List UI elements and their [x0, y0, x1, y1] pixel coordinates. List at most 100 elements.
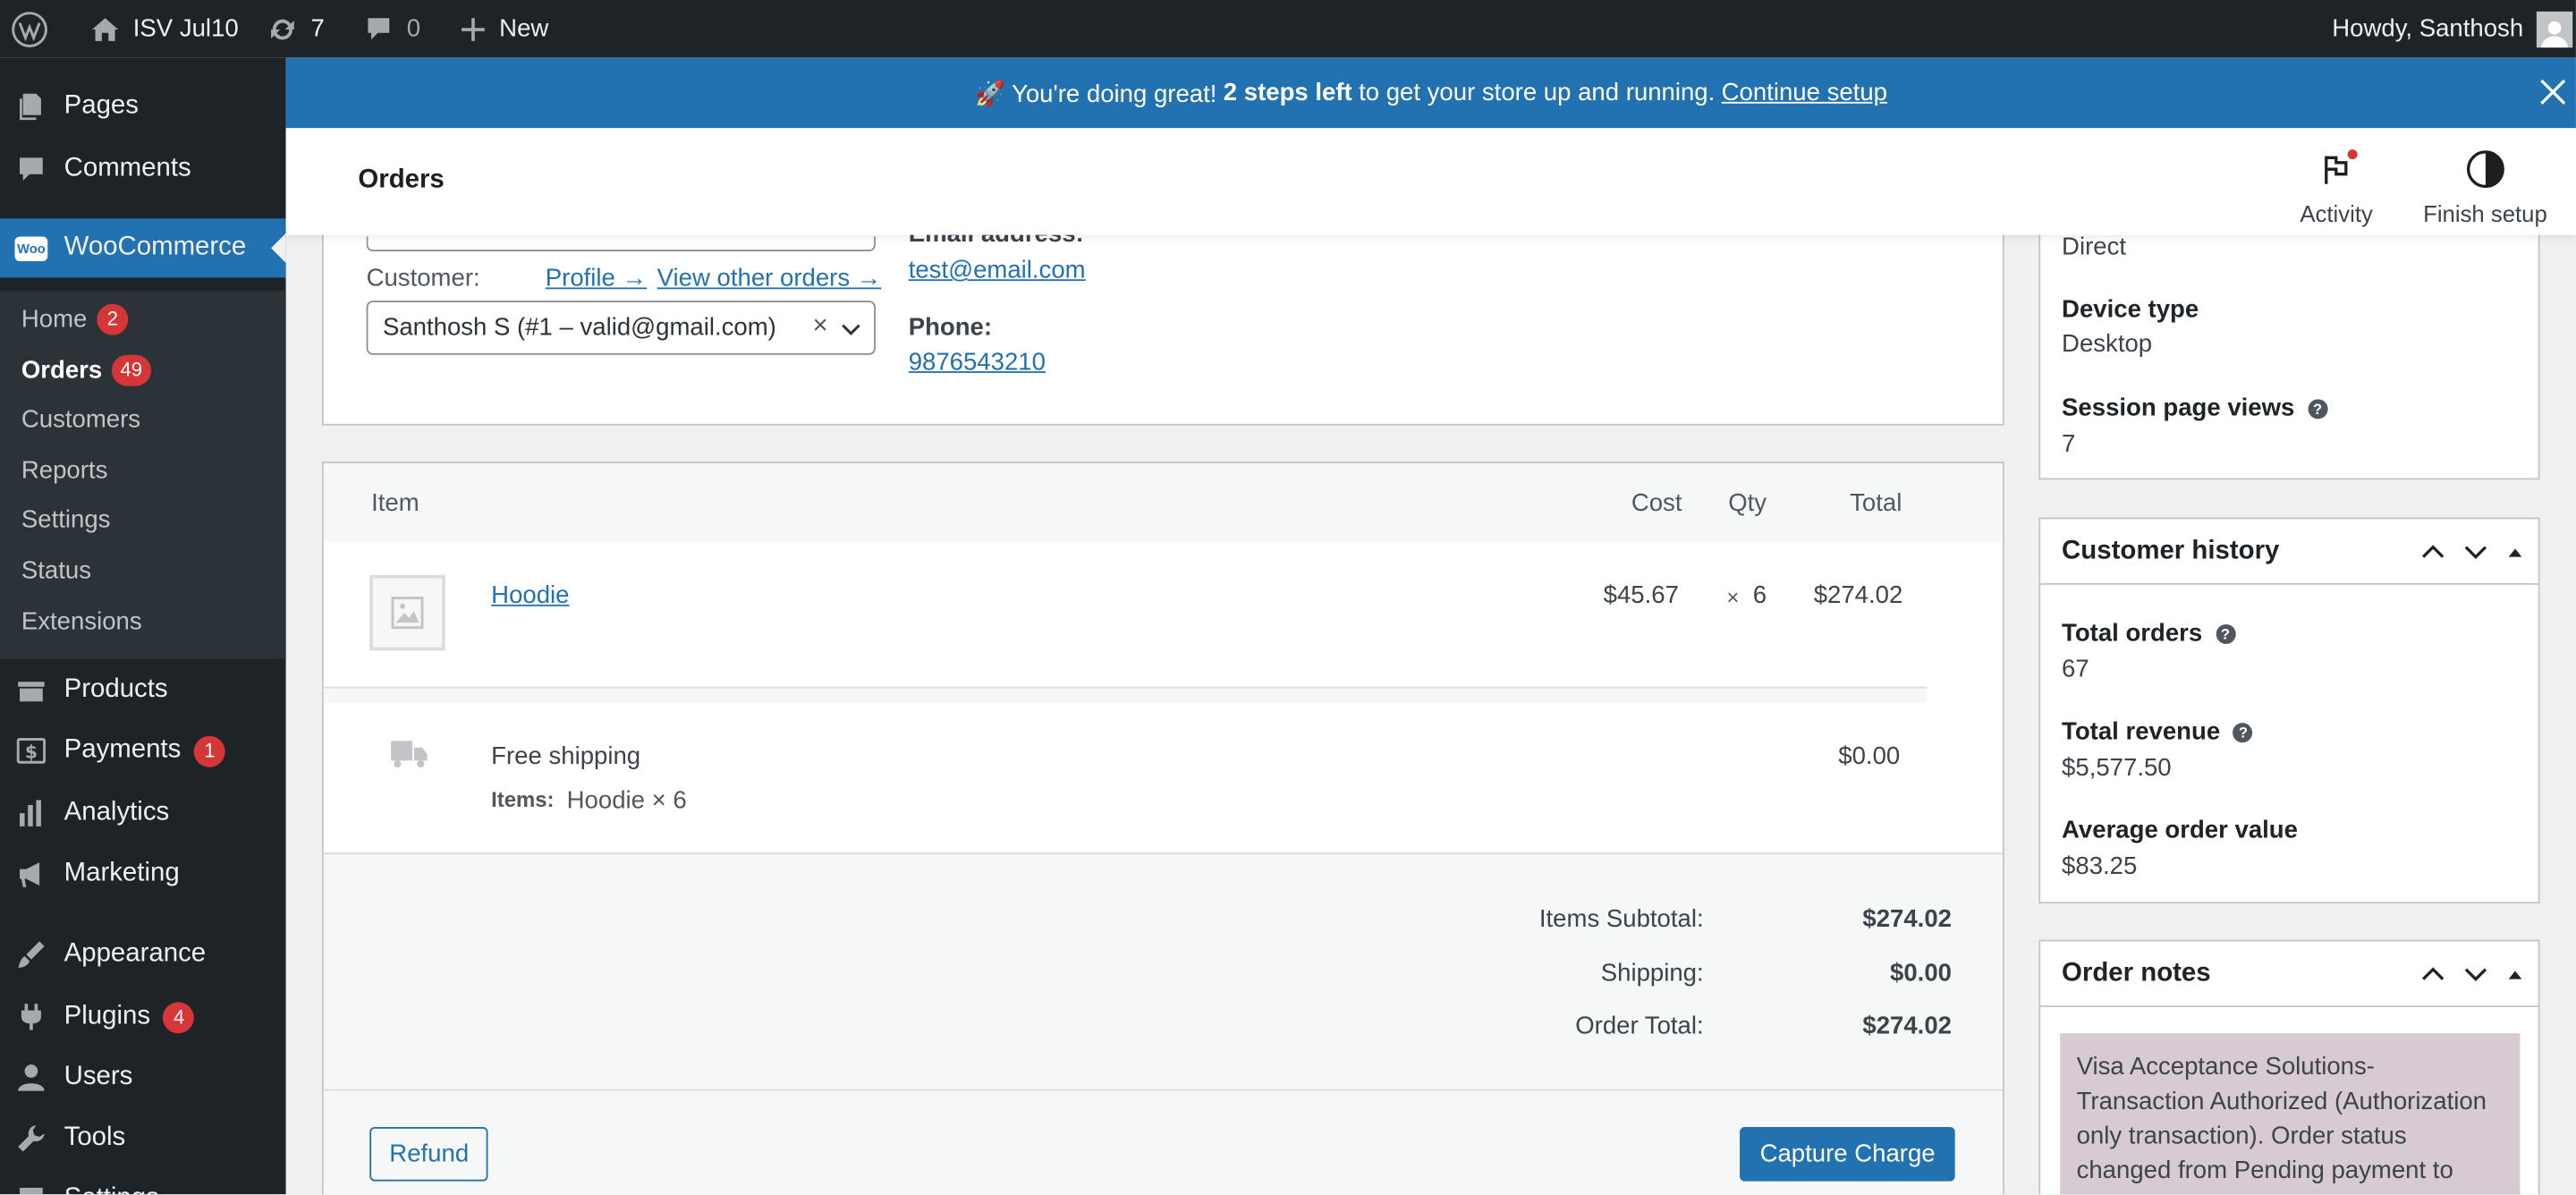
- help-icon[interactable]: ?: [2233, 722, 2253, 742]
- shipping-method-name: Free shipping: [491, 742, 641, 771]
- plugins-badge: 4: [163, 1001, 195, 1033]
- line-item-cost: $45.67: [1603, 581, 1679, 610]
- view-other-orders-link[interactable]: View other orders →: [657, 265, 882, 292]
- page-header: Orders Activity Finish setup: [285, 128, 2576, 235]
- clear-icon[interactable]: ×: [813, 312, 828, 342]
- move-up-icon[interactable]: [2419, 961, 2445, 996]
- sidebar-item-woocommerce[interactable]: Woo WooCommerce: [0, 218, 286, 278]
- sidebar-item-appearance[interactable]: Appearance: [0, 925, 286, 984]
- sidebar-item-label: Products: [64, 674, 168, 704]
- help-icon[interactable]: ?: [2308, 398, 2328, 419]
- items-divider: [323, 686, 1928, 704]
- sidebar-item-label: Pages: [64, 91, 139, 121]
- sidebar-item-pages[interactable]: Pages: [0, 77, 286, 136]
- shipping-items-label: Items:: [491, 786, 555, 812]
- sidebar-item-settings[interactable]: Settings: [0, 1170, 286, 1195]
- move-up-icon[interactable]: [2419, 538, 2445, 573]
- order-totals: Items Subtotal: $274.02 Shipping: $0.00 …: [323, 852, 2003, 1089]
- sidebar-item-label: Marketing: [64, 859, 180, 887]
- order-items-panel: Item Cost Qty Total Hoodie $45.67 × 6 $2…: [321, 462, 2004, 1195]
- payments-badge: 1: [193, 734, 225, 767]
- order-note: Visa Acceptance Solutions- Transaction A…: [2060, 1033, 2521, 1195]
- submenu-item-orders[interactable]: Orders 49: [21, 352, 151, 387]
- items-subtotal-value: $274.02: [1862, 905, 1952, 934]
- box-title: Customer history: [2062, 537, 2280, 565]
- refund-button[interactable]: Refund: [369, 1126, 489, 1182]
- sidebar-item-marketing[interactable]: Marketing: [0, 844, 286, 903]
- submenu-item-reports[interactable]: Reports: [21, 452, 107, 487]
- device-type-label: Device type: [2062, 295, 2199, 324]
- megaphone-icon: [15, 858, 48, 891]
- items-subtotal-label: Items Subtotal:: [1538, 905, 1704, 934]
- sidebar-item-products[interactable]: Products: [0, 660, 286, 719]
- analytics-icon: [15, 797, 48, 830]
- submenu-item-extensions[interactable]: Extensions: [21, 603, 142, 639]
- email-link[interactable]: test@email.com: [909, 257, 1086, 284]
- sidebar-item-plugins[interactable]: Plugins 4: [0, 987, 286, 1047]
- collapse-toggle-icon[interactable]: [2505, 541, 2525, 571]
- half-circle-progress-icon: [2465, 148, 2504, 191]
- profile-link[interactable]: Profile →: [546, 265, 647, 292]
- activity-button[interactable]: Activity: [2300, 148, 2373, 226]
- updates-icon: [268, 14, 298, 44]
- my-account-link[interactable]: Howdy, Santhosh: [2319, 0, 2576, 57]
- sidebar-item-comments[interactable]: Comments: [0, 140, 286, 199]
- customer-select-value: Santhosh S (#1 – valid@gmail.com): [382, 313, 776, 343]
- woocommerce-submenu: Home 2 Orders 49 Customers Reports Setti…: [0, 291, 286, 659]
- sidebar-item-tools[interactable]: Tools: [0, 1109, 286, 1168]
- partial-field: [366, 236, 876, 252]
- sidebar-item-label: Payments: [64, 735, 182, 765]
- move-down-icon[interactable]: [2462, 538, 2488, 573]
- close-icon[interactable]: [2537, 75, 2570, 108]
- column-header-cost: Cost: [1631, 489, 1682, 518]
- new-content-link[interactable]: New: [446, 0, 562, 57]
- total-revenue-label: Total revenue ?: [2062, 718, 2253, 746]
- submenu-item-customers[interactable]: Customers: [21, 401, 140, 436]
- product-link[interactable]: Hoodie: [491, 581, 569, 609]
- comments-icon: [15, 153, 48, 186]
- sidebar-item-users[interactable]: Users: [0, 1048, 286, 1107]
- comments-link[interactable]: 0: [351, 0, 433, 57]
- total-orders-value: 67: [2062, 655, 2089, 684]
- sidebar-item-payments[interactable]: $ Payments 1: [0, 721, 286, 780]
- updates-link[interactable]: 7: [255, 0, 337, 57]
- updates-count: 7: [310, 14, 325, 43]
- box-title: Order notes: [2062, 959, 2211, 987]
- finish-setup-button[interactable]: Finish setup: [2423, 148, 2547, 226]
- site-name-link[interactable]: ISV Jul10: [77, 0, 251, 57]
- wordpress-logo-icon[interactable]: [0, 0, 61, 57]
- continue-setup-link[interactable]: Continue setup: [1722, 79, 1887, 106]
- submenu-item-status[interactable]: Status: [21, 552, 91, 588]
- line-item-total: $274.02: [1813, 581, 1903, 610]
- device-type-value: Desktop: [2062, 330, 2153, 359]
- home-badge: 2: [97, 302, 129, 335]
- page-title: Orders: [358, 165, 445, 194]
- move-down-icon[interactable]: [2462, 961, 2488, 996]
- chevron-down-icon: [841, 317, 860, 344]
- new-label: New: [499, 14, 549, 43]
- notice-prefix: 🚀 You're doing great!: [974, 80, 1217, 108]
- wrench-icon: [15, 1122, 48, 1155]
- phone-label: Phone:: [908, 313, 993, 343]
- sidebar-item-analytics[interactable]: Analytics: [0, 784, 286, 843]
- payments-icon: $: [15, 734, 48, 767]
- line-item-qty: 6: [1752, 581, 1767, 610]
- howdy-text: Howdy, Santhosh: [2332, 14, 2524, 43]
- phone-link[interactable]: 9876543210: [909, 348, 1046, 376]
- collapse-toggle-icon[interactable]: [2505, 963, 2525, 993]
- help-icon[interactable]: ?: [2215, 623, 2235, 644]
- pages-icon: [15, 90, 48, 123]
- users-icon: [15, 1062, 48, 1095]
- order-actions: Refund Capture Charge: [323, 1089, 2003, 1195]
- customer-select[interactable]: Santhosh S (#1 – valid@gmail.com) ×: [366, 301, 876, 355]
- submenu-item-settings[interactable]: Settings: [21, 501, 111, 537]
- plus-icon: [460, 15, 486, 41]
- submenu-item-home[interactable]: Home 2: [21, 301, 129, 336]
- total-revenue-value: $5,577.50: [2062, 754, 2172, 783]
- customer-history-box: Customer history Total orders ? 67 Total…: [2038, 517, 2540, 904]
- sidebar-item-label: Plugins: [64, 1002, 151, 1030]
- sidebar-item-label: Comments: [64, 154, 191, 182]
- comment-bubble-icon: [364, 15, 392, 43]
- customer-history-header: Customer history: [2040, 519, 2538, 585]
- capture-charge-button[interactable]: Capture Charge: [1740, 1126, 1955, 1182]
